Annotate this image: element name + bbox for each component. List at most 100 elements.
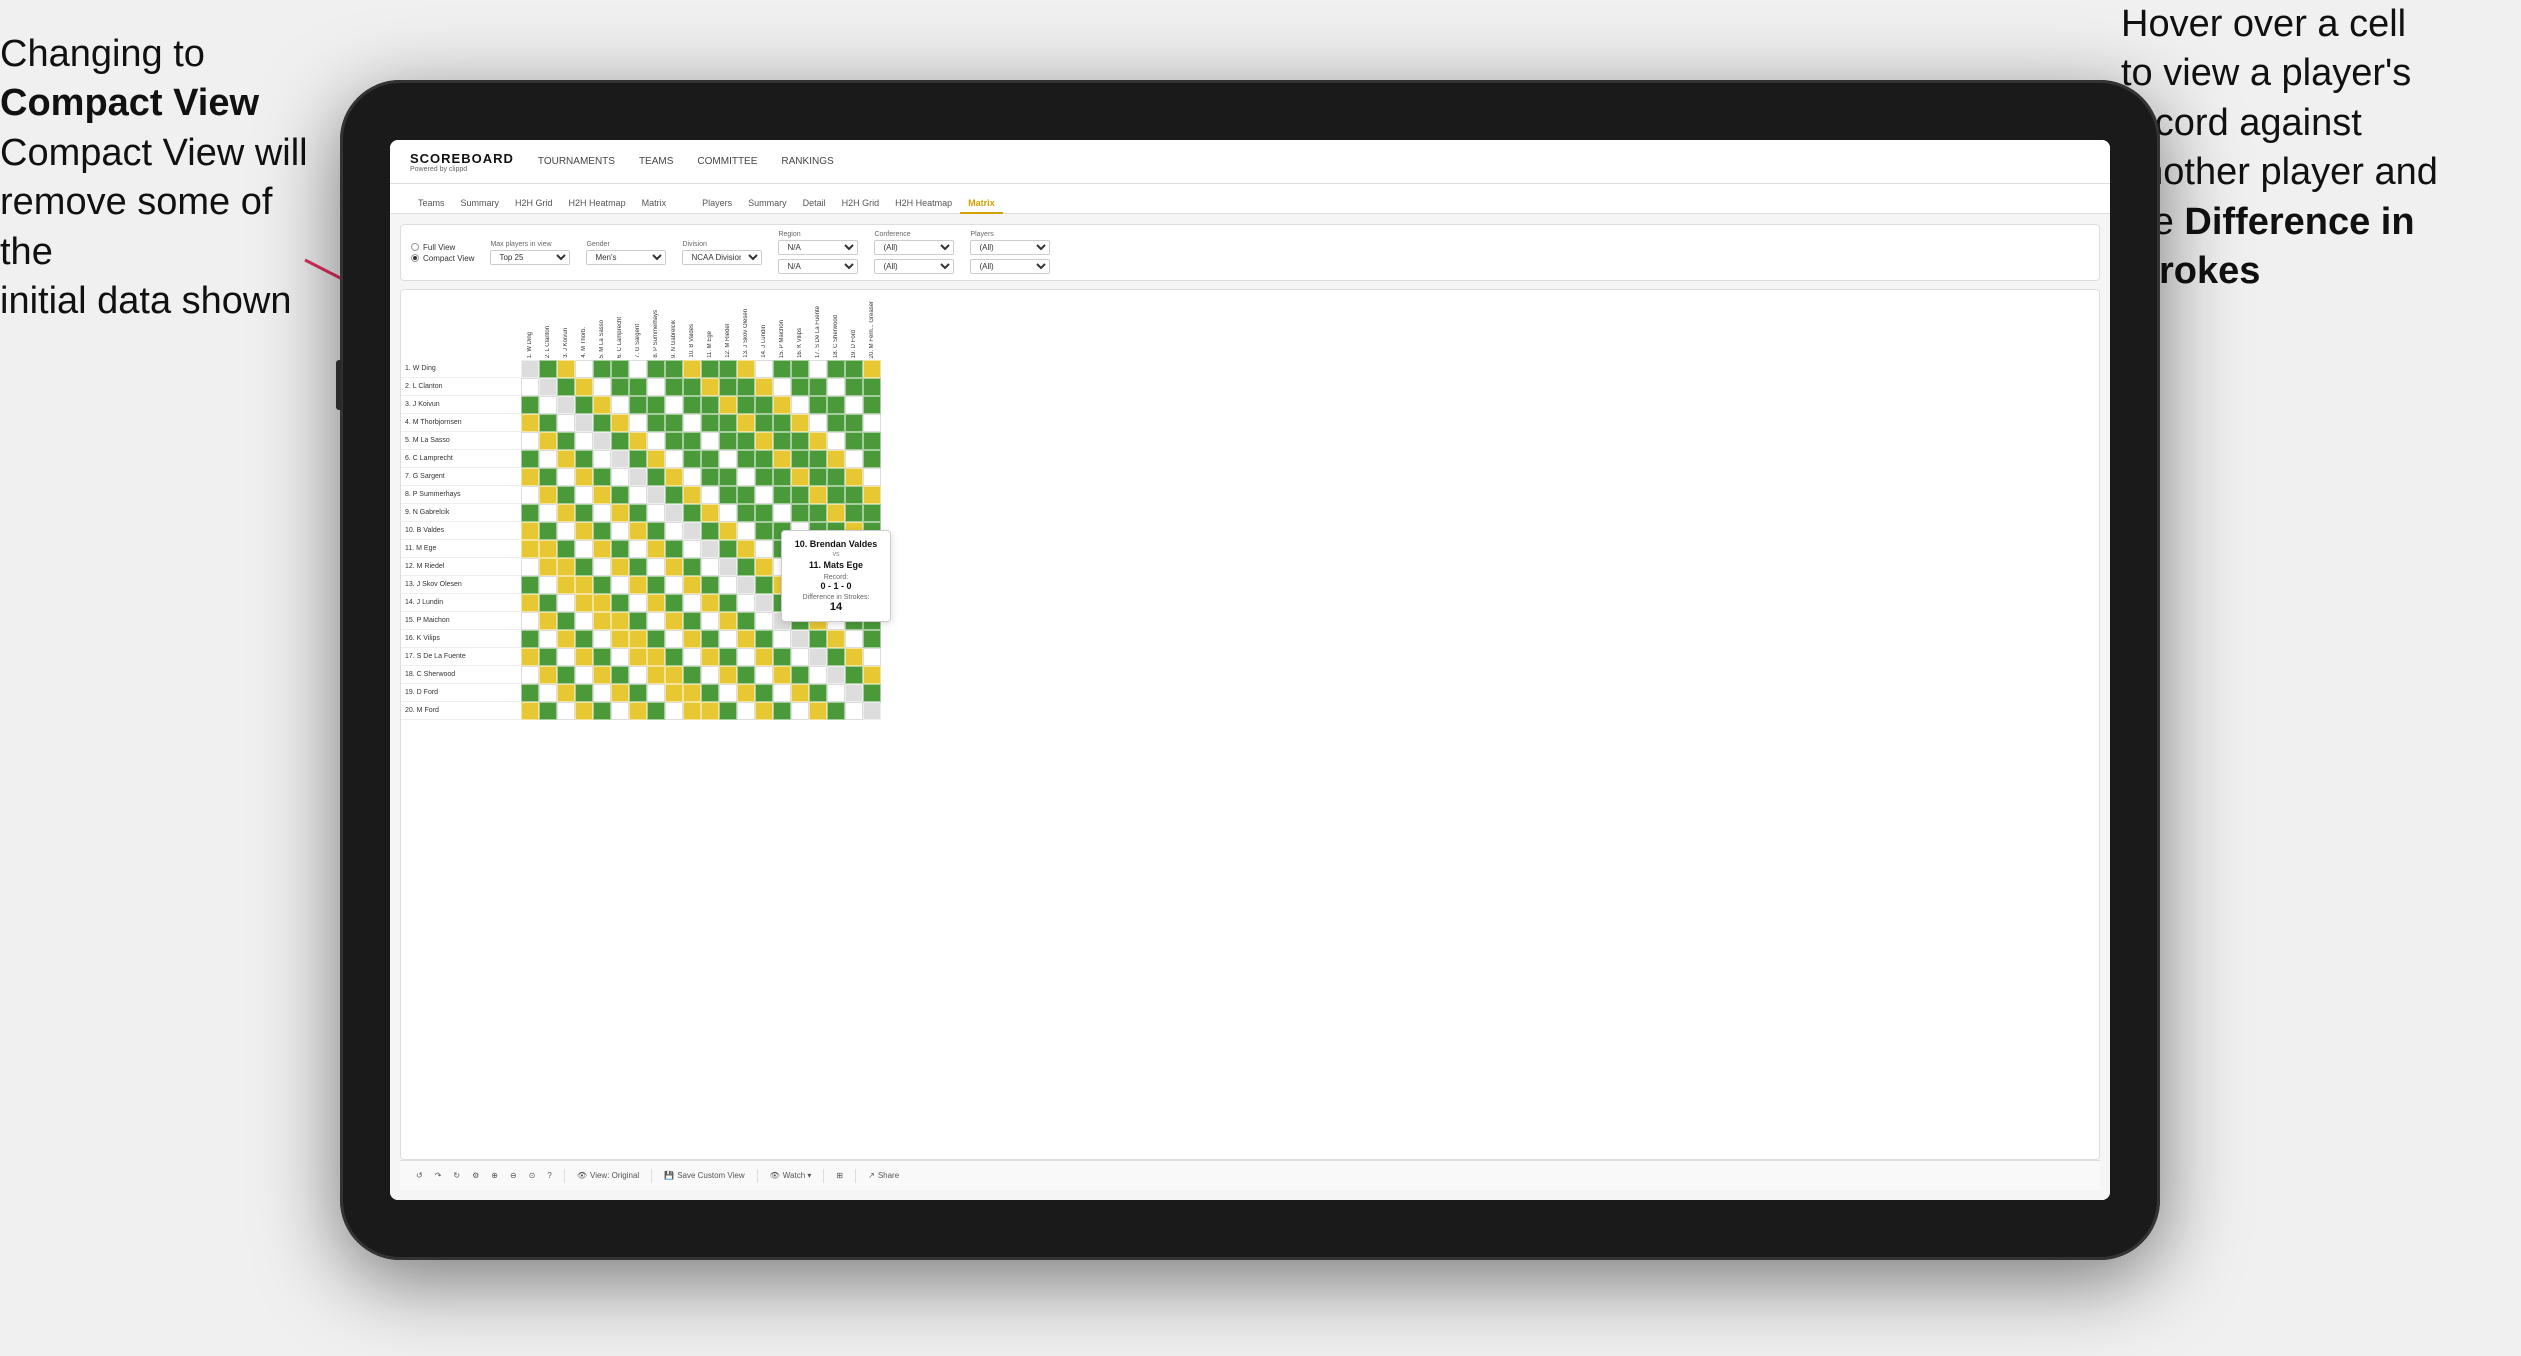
grid-cell[interactable] [683, 612, 701, 630]
grid-cell[interactable] [737, 522, 755, 540]
grid-cell[interactable] [755, 684, 773, 702]
grid-cell[interactable] [701, 540, 719, 558]
grid-cell[interactable] [575, 630, 593, 648]
grid-cell[interactable] [593, 522, 611, 540]
grid-cell[interactable] [791, 432, 809, 450]
players-select[interactable]: (All) [970, 240, 1050, 255]
grid-cell[interactable] [755, 504, 773, 522]
grid-cell[interactable] [593, 666, 611, 684]
grid-cell[interactable] [845, 630, 863, 648]
grid-cell[interactable] [845, 396, 863, 414]
grid-cell[interactable] [539, 558, 557, 576]
grid-cell[interactable] [719, 432, 737, 450]
grid-cell[interactable] [665, 360, 683, 378]
grid-cell[interactable] [665, 684, 683, 702]
grid-cell[interactable] [593, 594, 611, 612]
grid-cell[interactable] [647, 684, 665, 702]
help-button[interactable]: ? [547, 1171, 551, 1180]
grid-cell[interactable] [593, 450, 611, 468]
grid-cell[interactable] [629, 576, 647, 594]
grid-cell[interactable] [791, 468, 809, 486]
grid-cell[interactable] [719, 396, 737, 414]
tab-h2h-grid2[interactable]: H2H Grid [834, 194, 888, 214]
grid-cell[interactable] [539, 648, 557, 666]
grid-cell[interactable] [701, 450, 719, 468]
grid-cell[interactable] [809, 396, 827, 414]
grid-cell[interactable] [539, 378, 557, 396]
grid-cell[interactable] [791, 666, 809, 684]
grid-cell[interactable] [737, 396, 755, 414]
grid-cell[interactable] [665, 630, 683, 648]
grid-cell[interactable] [719, 630, 737, 648]
grid-cell[interactable] [791, 630, 809, 648]
grid-cell[interactable] [755, 558, 773, 576]
grid-cell[interactable] [593, 702, 611, 720]
grid-cell[interactable] [539, 486, 557, 504]
grid-cell[interactable] [611, 360, 629, 378]
grid-cell[interactable] [755, 432, 773, 450]
grid-cell[interactable] [521, 684, 539, 702]
full-view-option[interactable]: Full View [411, 243, 474, 252]
grid-cell[interactable] [827, 666, 845, 684]
grid-cell[interactable] [629, 486, 647, 504]
grid-cell[interactable] [521, 648, 539, 666]
grid-cell[interactable] [773, 702, 791, 720]
undo-button[interactable]: ↺ [416, 1171, 423, 1180]
grid-cell[interactable] [665, 414, 683, 432]
grid-cell[interactable] [773, 360, 791, 378]
grid-cell[interactable] [647, 414, 665, 432]
grid-cell[interactable] [863, 666, 881, 684]
grid-cell[interactable] [773, 414, 791, 432]
grid-cell[interactable] [647, 612, 665, 630]
grid-cell[interactable] [539, 612, 557, 630]
grid-cell[interactable] [845, 504, 863, 522]
grid-cell[interactable] [611, 414, 629, 432]
grid-cell[interactable] [809, 468, 827, 486]
layout-button[interactable]: ⊞ [836, 1171, 843, 1180]
grid-cell[interactable] [557, 648, 575, 666]
grid-cell[interactable] [629, 432, 647, 450]
grid-cell[interactable] [755, 648, 773, 666]
redo-button1[interactable]: ↷ [435, 1171, 442, 1180]
grid-cell[interactable] [575, 432, 593, 450]
grid-cell[interactable] [611, 432, 629, 450]
grid-cell[interactable] [521, 702, 539, 720]
grid-cell[interactable] [593, 576, 611, 594]
grid-cell[interactable] [521, 558, 539, 576]
grid-cell[interactable] [665, 432, 683, 450]
grid-cell[interactable] [773, 684, 791, 702]
grid-cell[interactable] [845, 432, 863, 450]
grid-cell[interactable] [755, 360, 773, 378]
grid-cell[interactable] [719, 702, 737, 720]
grid-cell[interactable] [863, 450, 881, 468]
tab-matrix1[interactable]: Matrix [634, 194, 675, 214]
grid-cell[interactable] [755, 594, 773, 612]
grid-cell[interactable] [845, 414, 863, 432]
grid-cell[interactable] [791, 450, 809, 468]
grid-cell[interactable] [575, 558, 593, 576]
grid-cell[interactable] [521, 360, 539, 378]
grid-cell[interactable] [611, 396, 629, 414]
grid-cell[interactable] [683, 702, 701, 720]
grid-cell[interactable] [737, 594, 755, 612]
conference-select[interactable]: (All) [874, 240, 954, 255]
grid-cell[interactable] [665, 396, 683, 414]
grid-cell[interactable] [863, 684, 881, 702]
grid-cell[interactable] [809, 414, 827, 432]
grid-cell[interactable] [593, 360, 611, 378]
grid-cell[interactable] [629, 558, 647, 576]
grid-cell[interactable] [701, 666, 719, 684]
grid-cell[interactable] [683, 522, 701, 540]
grid-cell[interactable] [773, 630, 791, 648]
grid-cell[interactable] [863, 630, 881, 648]
grid-cell[interactable] [593, 486, 611, 504]
watch-button[interactable]: 👁 Watch ▾ [770, 1171, 812, 1180]
max-players-select[interactable]: Top 25 Top 10 Top 50 [490, 250, 570, 265]
grid-cell[interactable] [665, 468, 683, 486]
grid-cell[interactable] [521, 468, 539, 486]
grid-cell[interactable] [575, 360, 593, 378]
grid-cell[interactable] [845, 684, 863, 702]
grid-cell[interactable] [773, 666, 791, 684]
tab-h2h-grid[interactable]: H2H Grid [507, 194, 561, 214]
tab-summary[interactable]: Summary [453, 194, 508, 214]
